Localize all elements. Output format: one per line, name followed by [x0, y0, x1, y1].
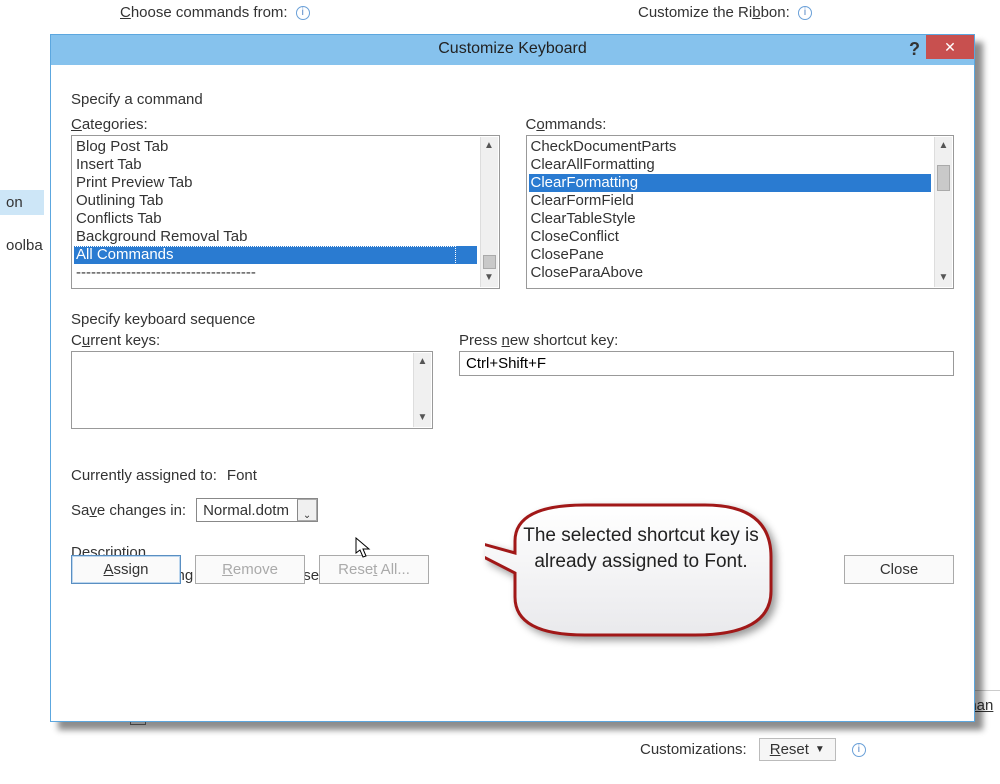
titlebar: Customize Keyboard ? ✕ [51, 35, 974, 65]
current-keys-listbox[interactable]: ▲ ▼ [71, 351, 433, 429]
scrollbar[interactable]: ▲ ▼ [480, 137, 498, 287]
list-item-selected[interactable]: ClearFormatting [529, 174, 932, 192]
scroll-down-icon[interactable]: ▼ [481, 269, 498, 287]
dialog-title: Customize Keyboard [51, 40, 974, 58]
list-item[interactable]: CheckDocumentParts [529, 138, 932, 156]
bg-choose-label: Choose commands from: i [120, 4, 310, 21]
customize-keyboard-dialog: Customize Keyboard ? ✕ Specify a command… [50, 34, 975, 722]
scroll-up-icon[interactable]: ▲ [481, 137, 498, 155]
list-item[interactable]: CloseParaAbove [529, 264, 932, 282]
reset-all-button: Reset All... [319, 555, 429, 584]
close-dialog-button[interactable]: Close [844, 555, 954, 584]
list-item[interactable]: ------------------------------------ [74, 264, 477, 282]
list-item[interactable]: ClearAllFormatting [529, 156, 932, 174]
list-item[interactable]: Insert Tab [74, 156, 477, 174]
scroll-down-icon[interactable]: ▼ [935, 269, 952, 287]
assign-button[interactable]: Assign [71, 555, 181, 584]
list-item[interactable]: CloseConflict [529, 228, 932, 246]
save-in-label: Save changes in: [71, 502, 186, 519]
info-icon: i [296, 6, 310, 20]
bg-customize-label: Customize the Ribbon: i [638, 4, 812, 21]
specify-sequence-label: Specify keyboard sequence [71, 311, 954, 328]
commands-listbox[interactable]: CheckDocumentParts ClearAllFormatting Cl… [526, 135, 955, 289]
list-item[interactable]: Blog Post Tab [74, 138, 477, 156]
currently-assigned-row: Currently assigned to:Font [71, 467, 954, 484]
specify-command-label: Specify a command [71, 91, 954, 108]
bg-sidebar-fragment: on oolba [0, 190, 44, 258]
press-shortcut-label: Press new shortcut key: [459, 332, 954, 349]
scroll-thumb[interactable] [937, 165, 950, 191]
scroll-up-icon[interactable]: ▲ [414, 353, 431, 371]
scroll-thumb[interactable] [483, 255, 496, 269]
currently-assigned-value: Font [227, 467, 257, 484]
bg-customizations-label: Customizations: [640, 741, 747, 758]
scrollbar[interactable]: ▲ ▼ [934, 137, 952, 287]
scroll-up-icon[interactable]: ▲ [935, 137, 952, 155]
info-icon: i [798, 6, 812, 20]
close-button[interactable]: ✕ [926, 35, 974, 59]
scrollbar[interactable]: ▲ ▼ [413, 353, 431, 427]
remove-button: Remove [195, 555, 305, 584]
list-item[interactable]: Background Removal Tab [74, 228, 477, 246]
list-item[interactable]: ClearTableStyle [529, 210, 932, 228]
info-icon: i [852, 743, 866, 757]
save-in-combo[interactable]: Normal.dotm ⌄ [196, 498, 318, 522]
categories-label: Categories: [71, 116, 500, 133]
list-item[interactable]: ClosePane [529, 246, 932, 264]
shortcut-input[interactable] [459, 351, 954, 376]
scroll-down-icon[interactable]: ▼ [414, 409, 431, 427]
commands-label: Commands: [526, 116, 955, 133]
current-keys-label: Current keys: [71, 332, 433, 349]
save-in-value: Normal.dotm [197, 502, 297, 519]
list-item-selected[interactable]: All Commands [74, 246, 477, 264]
list-item[interactable]: Outlining Tab [74, 192, 477, 210]
help-button[interactable]: ? [909, 39, 920, 60]
chevron-down-icon: ▼ [815, 744, 825, 755]
list-item[interactable]: Conflicts Tab [74, 210, 477, 228]
reset-dropdown-button[interactable]: Reset ▼ [759, 738, 836, 761]
chevron-down-icon[interactable]: ⌄ [297, 499, 317, 521]
list-item[interactable]: ClearFormField [529, 192, 932, 210]
categories-listbox[interactable]: Blog Post Tab Insert Tab Print Preview T… [71, 135, 500, 289]
list-item[interactable]: Print Preview Tab [74, 174, 477, 192]
